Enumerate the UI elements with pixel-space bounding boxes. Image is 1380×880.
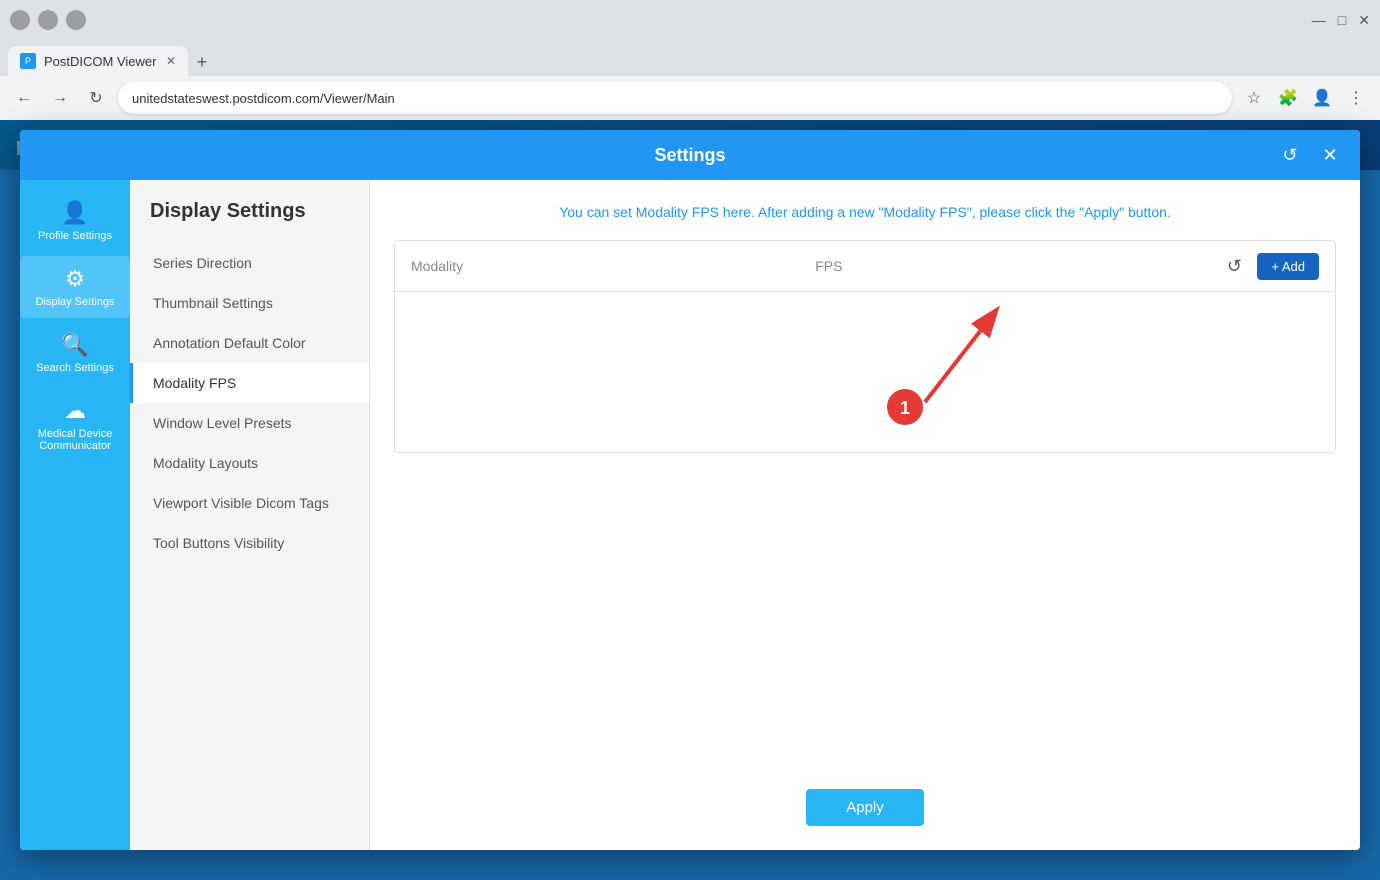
svg-text:1: 1 [900, 398, 910, 418]
sidebar-item-label-profile: Profile Settings [38, 230, 112, 242]
content-area: Display Settings Series Direction Thumbn… [130, 180, 1360, 850]
browser-titlebar: — □ ✕ [0, 0, 1380, 40]
profile-icon[interactable]: 👤 [1308, 84, 1336, 112]
minimize-button[interactable]: — [1312, 12, 1326, 29]
modal-close-button[interactable]: ✕ [1316, 141, 1344, 169]
sidebar-item-profile-settings[interactable]: 👤 Profile Settings [20, 190, 130, 252]
address-input[interactable] [118, 82, 1232, 114]
apply-section: Apply [394, 769, 1336, 826]
browser-back-btn[interactable] [10, 10, 30, 30]
app-area: postDICOM Settings ↺ ✕ 👤 Profile Setting… [0, 120, 1380, 880]
add-button[interactable]: + Add [1257, 253, 1319, 280]
sidebar-item-medical-device[interactable]: ☁ Medical Device Communicator [20, 388, 130, 462]
nav-item-thumbnail-settings[interactable]: Thumbnail Settings [130, 283, 369, 323]
nav-item-window-level-presets[interactable]: Window Level Presets [130, 403, 369, 443]
search-settings-icon: 🔍 [61, 332, 88, 358]
medical-device-icon: ☁ [64, 398, 86, 424]
nav-item-series-direction[interactable]: Series Direction [130, 243, 369, 283]
back-button[interactable]: ← [10, 84, 38, 112]
forward-button[interactable]: → [46, 84, 74, 112]
table-header-actions: ↺ + Add [1219, 251, 1319, 281]
info-text: You can set Modality FPS here. After add… [394, 204, 1336, 220]
browser-forward-btn[interactable] [38, 10, 58, 30]
sidebar: 👤 Profile Settings ⚙ Display Settings 🔍 … [20, 180, 130, 850]
table-col-modality: Modality [411, 258, 815, 274]
table-header: Modality FPS ↺ + Add [395, 241, 1335, 292]
modal-title: Settings [654, 145, 725, 166]
main-content-area: You can set Modality FPS here. After add… [370, 180, 1360, 850]
tab-title: PostDICOM Viewer [44, 54, 156, 69]
nav-item-tool-buttons-visibility[interactable]: Tool Buttons Visibility [130, 523, 369, 563]
table-reset-button[interactable]: ↺ [1219, 251, 1249, 281]
extensions-icon[interactable]: 🧩 [1274, 84, 1302, 112]
new-tab-button[interactable]: + [188, 48, 216, 76]
reload-button[interactable]: ↻ [82, 84, 110, 112]
tab-bar: P PostDICOM Viewer ✕ + [0, 40, 1380, 76]
settings-modal: Settings ↺ ✕ 👤 Profile Settings ⚙ Displa [20, 130, 1360, 850]
apply-button[interactable]: Apply [806, 789, 924, 826]
display-settings-icon: ⚙ [65, 266, 85, 292]
nav-item-viewport-visible-dicom-tags[interactable]: Viewport Visible Dicom Tags [130, 483, 369, 523]
table-col-fps: FPS [815, 258, 1219, 274]
modal-header-actions: ↺ ✕ [1276, 141, 1344, 169]
modal-body: 👤 Profile Settings ⚙ Display Settings 🔍 … [20, 180, 1360, 850]
nav-panel: Display Settings Series Direction Thumbn… [130, 180, 370, 850]
tab-favicon: P [20, 53, 36, 69]
browser-maximize-btn[interactable] [66, 10, 86, 30]
arrow-annotation: 1 [845, 302, 1045, 422]
address-bar-row: ← → ↻ ☆ 🧩 👤 ⋮ [0, 76, 1380, 120]
maximize-button[interactable]: □ [1338, 12, 1346, 29]
sidebar-item-label-display: Display Settings [36, 296, 115, 308]
sidebar-item-display-settings[interactable]: ⚙ Display Settings [20, 256, 130, 318]
nav-item-annotation-default-color[interactable]: Annotation Default Color [130, 323, 369, 363]
modality-fps-table: Modality FPS ↺ + Add [394, 240, 1336, 453]
modal-reset-button[interactable]: ↺ [1276, 141, 1304, 169]
close-button[interactable]: ✕ [1358, 12, 1370, 29]
profile-settings-icon: 👤 [61, 200, 88, 226]
menu-icon[interactable]: ⋮ [1342, 84, 1370, 112]
nav-item-modality-fps[interactable]: Modality FPS [130, 363, 369, 403]
browser-chrome: — □ ✕ P PostDICOM Viewer ✕ + ← → ↻ ☆ 🧩 👤… [0, 0, 1380, 120]
table-body: 1 [395, 292, 1335, 452]
sidebar-item-label-medical: Medical Device Communicator [26, 428, 124, 452]
window-controls: — □ ✕ [1312, 12, 1370, 29]
modal-header: Settings ↺ ✕ [20, 130, 1360, 180]
active-tab[interactable]: P PostDICOM Viewer ✕ [8, 46, 188, 76]
tab-close-btn[interactable]: ✕ [166, 54, 176, 68]
modal-overlay: Settings ↺ ✕ 👤 Profile Settings ⚙ Displa [0, 120, 1380, 880]
bookmark-icon[interactable]: ☆ [1240, 84, 1268, 112]
sidebar-item-label-search: Search Settings [36, 362, 114, 374]
nav-item-modality-layouts[interactable]: Modality Layouts [130, 443, 369, 483]
sidebar-item-search-settings[interactable]: 🔍 Search Settings [20, 322, 130, 384]
toolbar-icons: ☆ 🧩 👤 ⋮ [1240, 84, 1370, 112]
nav-panel-title: Display Settings [130, 200, 369, 243]
